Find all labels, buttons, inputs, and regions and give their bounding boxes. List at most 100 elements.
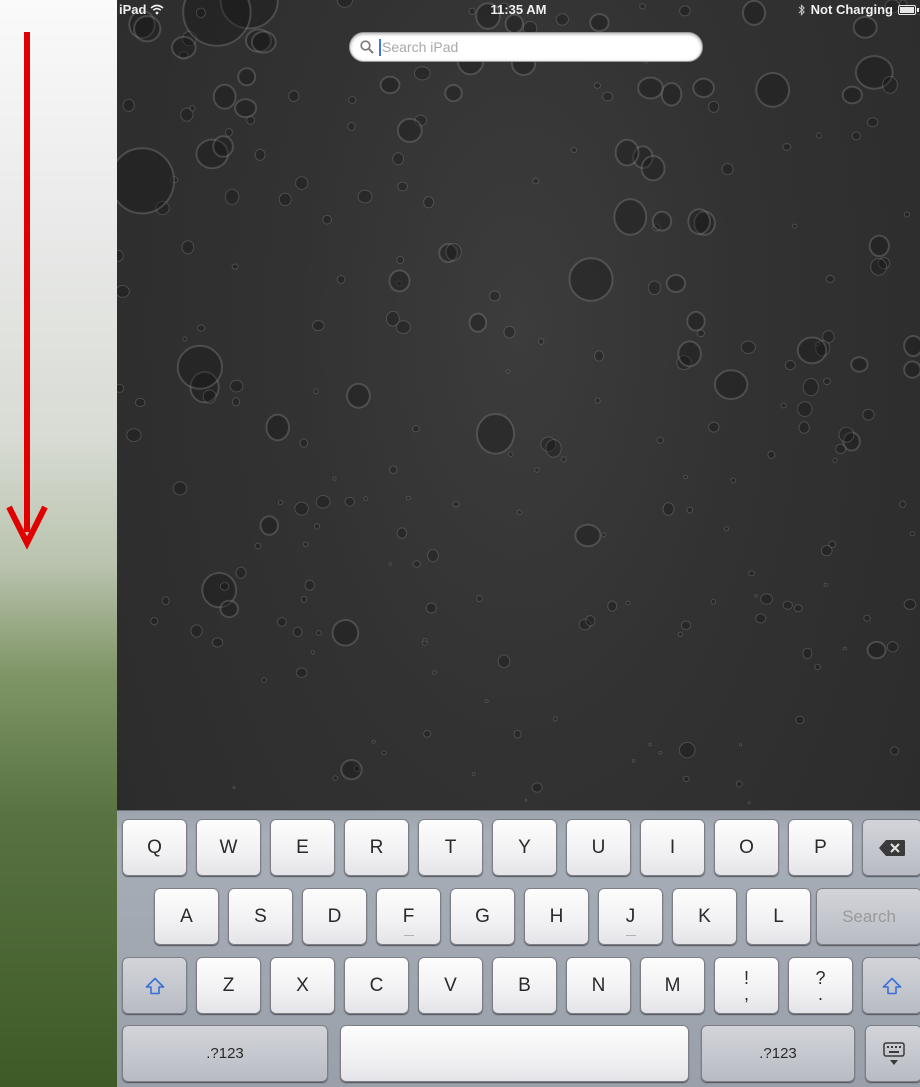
raindrop [190,624,203,638]
raindrop [265,413,290,442]
raindrop [396,527,408,539]
key-s[interactable]: S [228,888,293,945]
raindrop [346,382,371,409]
raindrop [640,155,666,182]
raindrop [903,335,920,357]
key-t[interactable]: T [418,819,483,876]
backspace-key[interactable] [862,819,920,876]
raindrop [677,340,702,368]
raindrop [212,83,237,110]
key-j[interactable]: J [598,888,663,945]
raindrop [423,729,432,738]
raindrop [427,549,439,563]
shift-icon [882,977,902,994]
keyboard-dismiss-key[interactable] [865,1025,920,1082]
key-o[interactable]: O [714,819,779,876]
key-a[interactable]: A [154,888,219,945]
key-d[interactable]: D [302,888,367,945]
raindrop [713,369,749,400]
raindrop [388,562,393,566]
raindrop [294,501,309,516]
raindrop [232,786,236,790]
key-b[interactable]: B [492,957,557,1014]
raindrop [412,560,421,568]
raindrop [798,421,810,434]
raindrop [313,388,319,395]
numbers-key-left[interactable]: .?123 [122,1025,328,1082]
raindrop [792,223,798,229]
shift-key-left[interactable] [122,957,187,1014]
key-c[interactable]: C [344,957,409,1014]
key-question-period[interactable]: ? . [788,957,853,1014]
numbers-key-right[interactable]: .?123 [701,1025,855,1082]
search-input[interactable] [382,39,672,55]
raindrop [171,35,197,60]
raindrop [189,105,196,112]
raindrop [568,257,614,302]
search-key[interactable]: Search [816,888,920,945]
raindrop [820,545,833,557]
bluetooth-icon [798,3,805,16]
key-q[interactable]: Q [122,819,187,876]
raindrop [585,615,596,627]
raindrop [277,499,284,505]
space-bar[interactable] [340,1025,689,1082]
exclaim-comma-labels: ! , [744,969,749,1003]
key-u[interactable]: U [566,819,631,876]
raindrop [660,82,683,107]
shift-icon [145,977,164,994]
key-p[interactable]: P [788,819,853,876]
down-arrow-icon [6,32,48,550]
raindrop [841,85,863,105]
raindrop [182,336,188,342]
raindrop [870,258,887,276]
key-v[interactable]: V [418,957,483,1014]
raindrop [532,177,540,185]
key-z[interactable]: Z [196,957,261,1014]
key-x[interactable]: X [270,957,335,1014]
key-w[interactable]: W [196,819,261,876]
raindrop [601,532,607,538]
numbers-key-right-label: .?123 [759,1045,797,1062]
key-m[interactable]: M [640,957,705,1014]
raindrop [687,208,712,236]
key-h[interactable]: H [524,888,589,945]
raindrop [117,285,130,298]
key-exclaim-comma[interactable]: ! , [714,957,779,1014]
key-r[interactable]: R [344,819,409,876]
key-g[interactable]: G [450,888,515,945]
shift-key-right[interactable] [862,957,920,1014]
raindrop [259,515,279,536]
key-k[interactable]: K [672,888,737,945]
raindrop [340,759,363,781]
search-field[interactable] [349,32,703,62]
raindrop [842,646,847,651]
raindrop [224,128,233,137]
raindrop [299,438,309,448]
raindrop [303,541,309,547]
raindrop [730,477,737,484]
raindrop [823,582,828,587]
raindrop [295,176,309,190]
key-f[interactable]: F [376,888,441,945]
raindrop [254,542,262,550]
raindrop [161,596,170,606]
key-y[interactable]: Y [492,819,557,876]
key-n[interactable]: N [566,957,631,1014]
home-row-bump [625,935,636,936]
raindrop [736,780,743,788]
raindrop [212,135,234,158]
raindrop [235,566,247,579]
raindrop [796,336,828,365]
raindrop [802,647,813,660]
raindrop [862,408,875,421]
key-l[interactable]: L [746,888,811,945]
raindrop [614,138,640,167]
key-i[interactable]: I [640,819,705,876]
raindrop [678,741,696,759]
raindrop [747,801,751,805]
key-e[interactable]: E [270,819,335,876]
raindrop [882,76,898,94]
raindrop [181,240,195,255]
raindrop [388,269,411,293]
